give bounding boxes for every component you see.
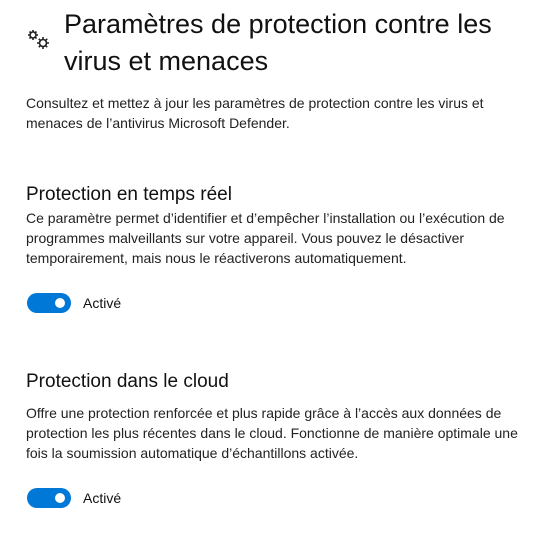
realtime-description: Ce paramètre permet d’identifier et d’em…	[26, 210, 505, 266]
cloud-toggle-label: Activé	[83, 490, 122, 506]
cloud-title: Protection dans le cloud	[26, 371, 229, 392]
cloud-toggle[interactable]	[27, 488, 71, 508]
cloud-description: Offre une protection renforcée et plus r…	[26, 405, 518, 461]
realtime-toggle-label: Activé	[83, 295, 122, 311]
page-title: Paramètres de protection contre les viru…	[64, 9, 492, 76]
toggle-knob	[55, 493, 65, 503]
gears-icon	[28, 30, 49, 49]
toggle-knob	[55, 298, 65, 308]
realtime-toggle[interactable]	[27, 293, 71, 313]
realtime-title: Protection en temps réel	[26, 184, 232, 205]
intro-text: Consultez et mettez à jour les paramètre…	[26, 95, 484, 131]
